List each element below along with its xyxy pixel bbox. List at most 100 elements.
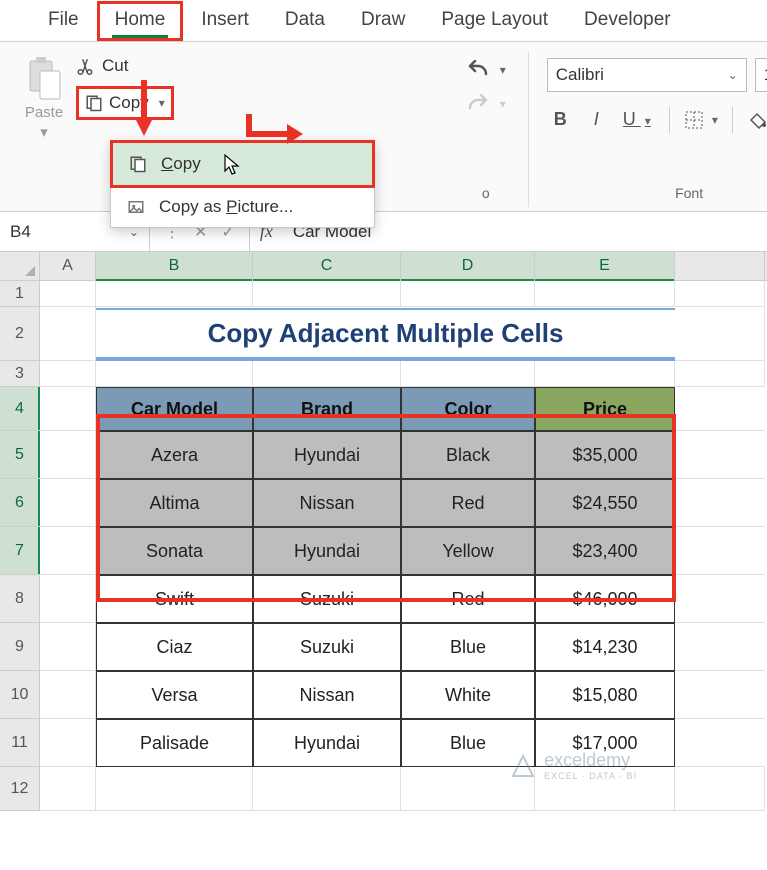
font-size-select[interactable]: 12 ⌄ bbox=[755, 58, 767, 92]
table-cell[interactable]: Suzuki bbox=[253, 623, 401, 671]
cell[interactable] bbox=[675, 431, 765, 479]
cell[interactable] bbox=[675, 387, 765, 431]
table-cell[interactable]: Nissan bbox=[253, 671, 401, 719]
cell[interactable] bbox=[40, 719, 96, 767]
table-cell[interactable]: Swift bbox=[96, 575, 253, 623]
row-header-10[interactable]: 10 bbox=[0, 671, 40, 719]
table-cell[interactable]: Ciaz bbox=[96, 623, 253, 671]
table-cell[interactable]: Nissan bbox=[253, 479, 401, 527]
select-all-corner[interactable] bbox=[0, 252, 40, 280]
row-header-7[interactable]: 7 bbox=[0, 527, 40, 575]
table-cell[interactable]: Hyundai bbox=[253, 431, 401, 479]
cell[interactable] bbox=[675, 479, 765, 527]
table-cell[interactable]: Yellow bbox=[401, 527, 535, 575]
cell[interactable] bbox=[675, 623, 765, 671]
row-header-8[interactable]: 8 bbox=[0, 575, 40, 623]
cell[interactable] bbox=[40, 575, 96, 623]
italic-button[interactable]: I bbox=[588, 105, 605, 134]
tab-home[interactable]: Home bbox=[97, 1, 184, 41]
cell[interactable] bbox=[401, 361, 535, 387]
cell[interactable] bbox=[675, 575, 765, 623]
cell[interactable] bbox=[40, 767, 96, 811]
row-header-3[interactable]: 3 bbox=[0, 361, 40, 387]
row-header-4[interactable]: 4 bbox=[0, 387, 40, 431]
cell[interactable] bbox=[96, 361, 253, 387]
table-cell[interactable]: Hyundai bbox=[253, 719, 401, 767]
cell[interactable] bbox=[535, 361, 675, 387]
font-name-select[interactable]: Calibri ⌄ bbox=[547, 58, 747, 92]
cell[interactable] bbox=[40, 281, 96, 307]
col-header-E[interactable]: E bbox=[535, 252, 675, 280]
tab-page-layout[interactable]: Page Layout bbox=[423, 1, 566, 41]
tab-insert[interactable]: Insert bbox=[183, 1, 267, 41]
fill-color-button[interactable]: ▾ bbox=[747, 110, 767, 130]
header-price[interactable]: Price bbox=[535, 387, 675, 431]
table-cell[interactable]: Blue bbox=[401, 623, 535, 671]
chevron-down-icon[interactable]: ▾ bbox=[500, 63, 506, 77]
table-cell[interactable]: Black bbox=[401, 431, 535, 479]
cell[interactable] bbox=[96, 767, 253, 811]
table-cell[interactable]: Versa bbox=[96, 671, 253, 719]
table-cell[interactable]: $15,080 bbox=[535, 671, 675, 719]
cell[interactable] bbox=[40, 479, 96, 527]
cell[interactable] bbox=[253, 281, 401, 307]
col-header-A[interactable]: A bbox=[40, 252, 96, 280]
chevron-down-icon[interactable]: ▾ bbox=[159, 96, 165, 110]
cut-button[interactable]: Cut bbox=[76, 56, 174, 76]
tab-data[interactable]: Data bbox=[267, 1, 343, 41]
cell[interactable] bbox=[675, 281, 765, 307]
table-cell[interactable]: Suzuki bbox=[253, 575, 401, 623]
col-header-D[interactable]: D bbox=[401, 252, 535, 280]
tab-file[interactable]: File bbox=[30, 1, 97, 41]
col-header-blank[interactable] bbox=[675, 252, 765, 280]
table-cell[interactable]: Red bbox=[401, 479, 535, 527]
cell[interactable] bbox=[401, 281, 535, 307]
table-cell[interactable]: $14,230 bbox=[535, 623, 675, 671]
row-header-12[interactable]: 12 bbox=[0, 767, 40, 811]
table-cell[interactable]: Sonata bbox=[96, 527, 253, 575]
undo-button[interactable]: ▾ bbox=[466, 60, 506, 80]
cell[interactable] bbox=[96, 281, 253, 307]
copy-split-button[interactable]: Copy ▾ bbox=[76, 86, 174, 120]
table-cell[interactable]: $35,000 bbox=[535, 431, 675, 479]
tab-developer[interactable]: Developer bbox=[566, 1, 689, 41]
row-header-9[interactable]: 9 bbox=[0, 623, 40, 671]
cell[interactable] bbox=[253, 361, 401, 387]
menu-item-copy[interactable]: Copy bbox=[110, 140, 375, 188]
row-header-5[interactable]: 5 bbox=[0, 431, 40, 479]
cell[interactable] bbox=[675, 527, 765, 575]
table-cell[interactable]: Red bbox=[401, 575, 535, 623]
cell[interactable] bbox=[40, 671, 96, 719]
table-cell[interactable]: White bbox=[401, 671, 535, 719]
cell[interactable] bbox=[535, 281, 675, 307]
cell[interactable] bbox=[40, 623, 96, 671]
cell[interactable] bbox=[675, 767, 765, 811]
table-cell[interactable]: $46,000 bbox=[535, 575, 675, 623]
row-header-6[interactable]: 6 bbox=[0, 479, 40, 527]
row-header-1[interactable]: 1 bbox=[0, 281, 40, 307]
header-brand[interactable]: Brand bbox=[253, 387, 401, 431]
table-cell[interactable]: Altima bbox=[96, 479, 253, 527]
borders-button[interactable]: ▾ bbox=[684, 110, 718, 130]
cell[interactable] bbox=[675, 671, 765, 719]
cell[interactable] bbox=[40, 361, 96, 387]
paste-button[interactable]: Paste ▾ bbox=[24, 52, 64, 141]
header-car-model[interactable]: Car Model bbox=[96, 387, 253, 431]
menu-item-copy-as-picture[interactable]: Copy as Picture... bbox=[111, 187, 374, 227]
header-color[interactable]: Color bbox=[401, 387, 535, 431]
cell[interactable] bbox=[253, 767, 401, 811]
cell[interactable] bbox=[40, 527, 96, 575]
title-cell[interactable]: Copy Adjacent Multiple Cells bbox=[96, 307, 675, 361]
row-header-11[interactable]: 11 bbox=[0, 719, 40, 767]
cell[interactable] bbox=[675, 361, 765, 387]
table-cell[interactable]: $24,550 bbox=[535, 479, 675, 527]
cell[interactable] bbox=[675, 719, 765, 767]
table-cell[interactable]: $23,400 bbox=[535, 527, 675, 575]
cell[interactable] bbox=[40, 387, 96, 431]
col-header-B[interactable]: B bbox=[96, 252, 253, 280]
table-cell[interactable]: Hyundai bbox=[253, 527, 401, 575]
underline-button[interactable]: U ▾ bbox=[619, 105, 655, 134]
table-cell[interactable]: Azera bbox=[96, 431, 253, 479]
cell[interactable] bbox=[40, 431, 96, 479]
redo-button[interactable]: ▾ bbox=[466, 94, 506, 114]
